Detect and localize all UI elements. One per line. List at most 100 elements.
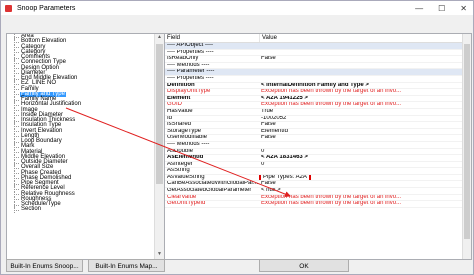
grid-row[interactable]: UserModifiable False	[165, 135, 462, 142]
field-cell: CanBeAssociatedWithGlobalPar...	[167, 181, 259, 187]
value-cell: False	[261, 181, 276, 187]
field-cell: GetUnitTypeId	[167, 201, 206, 207]
title-bar: Snoop Parameters — ☐ ✕	[1, 1, 473, 15]
grid-row[interactable]: HasValue True	[165, 109, 462, 116]
tree-scrollbar[interactable]: ▲ ▼	[154, 34, 164, 259]
value-cell: False	[261, 122, 276, 128]
value-cell: 0	[261, 148, 265, 154]
value-cell: False	[261, 56, 276, 62]
scroll-down-icon[interactable]: ▼	[155, 251, 164, 259]
value-cell	[259, 69, 462, 75]
app-icon	[5, 4, 12, 12]
grid-row[interactable]: GetUnitTypeId Exception has been thrown b…	[165, 201, 462, 208]
snoop-parameters-window: Snoop Parameters — ☐ ✕ Area Bottom Elevat…	[0, 0, 474, 275]
grid-row[interactable]: Id -1002052	[165, 116, 462, 123]
value-cell: -1002052	[261, 115, 287, 121]
field-cell: HasValue	[167, 108, 193, 114]
grid-scrollbar[interactable]	[462, 34, 471, 259]
field-cell: GUID	[167, 102, 182, 108]
value-cell: Exception has been thrown by the target …	[261, 102, 402, 108]
close-icon[interactable]: ✕	[460, 4, 467, 13]
field-cell: IsReadOnly	[167, 56, 199, 62]
grid-row[interactable]: ---- APIObject ----	[165, 43, 462, 50]
field-cell: Definition	[167, 82, 195, 88]
property-grid-rows: ---- APIObject ---- ---- Properties ---- I…	[165, 43, 462, 208]
field-cell: ---- Parameter ----	[165, 69, 259, 75]
grid-row[interactable]: AsInteger 0	[165, 162, 462, 169]
value-cell	[259, 142, 462, 148]
field-cell: AsElementId	[167, 155, 204, 161]
grid-row[interactable]: ---- Methods ----	[165, 63, 462, 70]
field-cell: AsValueString	[167, 174, 205, 180]
value-cell: 0	[261, 161, 265, 167]
value-cell: True	[261, 108, 274, 114]
field-cell: UserModifiable	[167, 135, 208, 141]
value-column-header[interactable]: Value	[260, 34, 471, 42]
grid-row[interactable]: ---- Properties ----	[165, 50, 462, 57]
ok-button[interactable]: OK	[259, 259, 349, 272]
parameter-tree-panel[interactable]: Area Bottom Elevation Category Category Comm…	[6, 33, 165, 260]
builtin-enums-snoop-button[interactable]: Built-In Enums Snoop...	[6, 259, 83, 272]
field-cell: StorageType	[167, 128, 202, 134]
tree-item[interactable]: Section	[10, 206, 153, 213]
minimize-icon[interactable]: —	[415, 4, 423, 13]
field-cell: GetAssociatedGlobalParameter	[167, 188, 252, 194]
grid-row[interactable]: AsDouble 0	[165, 149, 462, 156]
grid-row[interactable]: ClearValue Exception has been thrown by t…	[165, 195, 462, 202]
grid-row[interactable]: ---- Methods ----	[165, 142, 462, 149]
value-cell	[259, 63, 462, 69]
scroll-thumb[interactable]	[156, 44, 163, 184]
value-cell: < InternalDefinition Family and Type >	[261, 82, 369, 88]
property-grid-panel: Field Value ---- APIObject ---- ---- Prop…	[164, 33, 472, 260]
grid-row[interactable]: ---- Properties ----	[165, 76, 462, 83]
value-cell: < A2A 1941225 >	[261, 95, 308, 101]
grid-row[interactable]: DisplayUnitType Exception has been thrown…	[165, 89, 462, 96]
grid-row[interactable]: Element < A2A 1941225 >	[165, 96, 462, 103]
highlighted-value: Pipe Types: A2A	[259, 174, 311, 181]
value-cell: Pipe Types: A2A	[259, 174, 462, 181]
grid-row[interactable]: IsShared False	[165, 122, 462, 129]
value-cell: Exception has been thrown by the target …	[261, 89, 402, 95]
field-cell: ---- Properties ----	[167, 49, 214, 55]
parameter-tree[interactable]: Area Bottom Elevation Category Category Comm…	[10, 34, 153, 213]
field-cell: ---- Methods ----	[167, 141, 210, 147]
value-cell: Exception has been thrown by the target …	[261, 194, 402, 200]
tree-connector	[10, 207, 20, 213]
field-cell: ClearValue	[167, 194, 197, 200]
tree-item-label: Section	[21, 206, 42, 213]
field-cell: ---- Properties ----	[167, 75, 214, 81]
field-cell: AsString	[167, 168, 190, 174]
value-cell: < A2A 1831463 >	[261, 155, 308, 161]
scroll-up-icon[interactable]: ▲	[155, 34, 164, 42]
value-cell: ElementId	[261, 128, 289, 134]
grid-row[interactable]: AsString	[165, 168, 462, 175]
value-cell: False	[261, 135, 276, 141]
grid-row[interactable]: AsValueString Pipe Types: A2A	[165, 174, 462, 182]
field-cell: IsShared	[167, 122, 192, 128]
grid-scroll-thumb[interactable]	[464, 44, 470, 239]
field-cell: ---- Methods ----	[167, 62, 210, 68]
builtin-enums-map-button[interactable]: Built-In Enums Map...	[88, 259, 165, 272]
grid-row[interactable]: AsElementId < A2A 1831463 >	[165, 155, 462, 162]
field-cell: Id	[167, 115, 173, 121]
value-cell	[259, 43, 462, 49]
grid-row[interactable]: StorageType ElementId	[165, 129, 462, 136]
grid-row[interactable]: IsReadOnly False	[165, 56, 462, 63]
field-cell: AsInteger	[167, 161, 193, 167]
grid-row[interactable]: Definition < InternalDefinition Family an…	[165, 83, 462, 90]
window-title: Snoop Parameters	[17, 4, 76, 12]
value-cell	[259, 50, 462, 56]
grid-header: Field Value	[165, 34, 471, 43]
value-cell	[259, 76, 462, 82]
maximize-icon[interactable]: ☐	[438, 4, 445, 13]
value-cell: < null >	[261, 188, 281, 194]
field-column-header[interactable]: Field	[165, 34, 260, 42]
grid-row[interactable]: ---- Parameter ----	[165, 69, 462, 76]
field-cell: Element	[167, 95, 191, 101]
value-cell	[259, 168, 462, 174]
value-cell: Exception has been thrown by the target …	[261, 201, 402, 207]
grid-row[interactable]: GetAssociatedGlobalParameter < null >	[165, 188, 462, 195]
grid-row[interactable]: GUID Exception has been thrown by the tar…	[165, 102, 462, 109]
field-cell: ---- APIObject ----	[165, 43, 259, 49]
grid-row[interactable]: CanBeAssociatedWithGlobalPar... False	[165, 181, 462, 189]
